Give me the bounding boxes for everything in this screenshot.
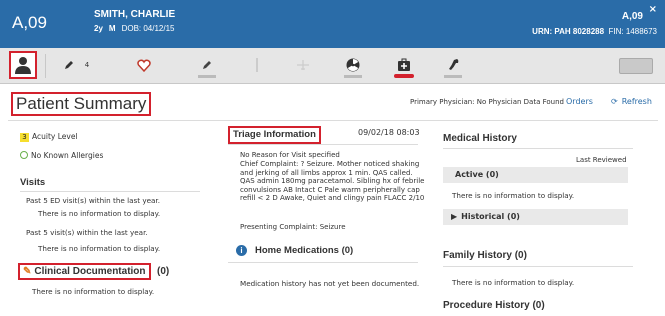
- home-medications-empty: Medication history has not yet been docu…: [240, 279, 420, 288]
- patient-banner: A,09 SMITH, CHARLIE 2y M DOB: 04/12/15 × A…: [0, 0, 665, 48]
- clinical-documentation-label: Clinical Documentation: [34, 266, 146, 277]
- triage-information-heading: Triage Information: [228, 126, 321, 144]
- toolbar-separator: [45, 54, 46, 78]
- clinical-documentation-count: (0): [157, 266, 170, 277]
- pencil-icon[interactable]: [200, 56, 214, 74]
- triage-divider: [228, 144, 418, 145]
- visits-divider: [20, 191, 200, 192]
- allergy-status-icon: [20, 151, 28, 159]
- triage-reason: No Reason for Visit specified: [240, 151, 340, 159]
- visits-heading: Visits: [20, 177, 46, 188]
- historical-section[interactable]: ▶ Historical (0): [443, 209, 628, 225]
- primary-physician: Primary Physician: No Physician Data Fou…: [410, 98, 564, 106]
- phone-underline: [444, 75, 462, 78]
- visits-empty: There is no information to display.: [38, 244, 161, 253]
- radiation-icon[interactable]: [345, 56, 361, 74]
- home-medications-divider: [228, 262, 418, 263]
- phone-icon[interactable]: [447, 56, 461, 74]
- banner-location-right: A,09: [621, 11, 643, 22]
- pencil-count: 4: [84, 61, 90, 69]
- ed-visits-empty: There is no information to display.: [38, 209, 161, 218]
- patient-demographics: 2y M DOB: 04/12/15: [94, 24, 175, 33]
- home-medications-heading[interactable]: i Home Medications (0): [236, 245, 353, 256]
- acuity-badge: 3: [20, 133, 29, 142]
- toolbar: 4: [0, 48, 665, 84]
- refresh-link[interactable]: ⟳ Refresh: [611, 97, 652, 106]
- historical-label: Historical (0): [461, 212, 520, 221]
- refresh-icon: ⟳: [611, 97, 618, 106]
- toolbar-options-button[interactable]: [619, 58, 653, 74]
- patient-dob: DOB: 04/12/15: [121, 24, 175, 33]
- expand-triangle-icon: ▶: [451, 212, 458, 221]
- patient-name[interactable]: SMITH, CHARLIE: [94, 9, 175, 20]
- first-aid-underline: [394, 74, 414, 78]
- visits-label: Past 5 visit(s) within the last year.: [26, 228, 148, 237]
- radiation-underline: [344, 75, 362, 78]
- first-aid-icon[interactable]: [396, 56, 412, 74]
- medical-history-heading: Medical History: [443, 133, 517, 144]
- family-history-divider: [443, 266, 633, 267]
- header-divider: [8, 120, 658, 121]
- patient-sex: M: [108, 24, 116, 33]
- heart-icon[interactable]: [136, 56, 152, 74]
- acuity-label: Acuity Level: [32, 132, 78, 141]
- triage-presenting-complaint: Presenting Complaint: Seizure: [240, 223, 346, 231]
- allergies: No Known Allergies: [20, 151, 103, 160]
- page-title: Patient Summary: [11, 92, 152, 116]
- patient-age: 2y: [94, 24, 103, 33]
- clinical-documentation-heading[interactable]: ✎ Clinical Documentation: [18, 263, 151, 280]
- family-history-empty: There is no information to display.: [452, 278, 575, 287]
- allergies-label: No Known Allergies: [31, 151, 104, 160]
- orders-link[interactable]: Orders: [566, 97, 593, 106]
- patient-fin: FIN: 1488673: [608, 27, 657, 36]
- patient-urn: URN: PAH 8028288: [532, 27, 605, 36]
- ed-visits-label: Past 5 ED visit(s) within the last year.: [26, 196, 161, 205]
- clinical-documentation-empty: There is no information to display.: [32, 287, 155, 296]
- patient-identifiers: URN: PAH 8028288 FIN: 1488673: [532, 27, 657, 36]
- banner-location: A,09: [12, 13, 47, 32]
- refresh-label: Refresh: [621, 97, 652, 106]
- pencil-icon[interactable]: [62, 56, 76, 74]
- iv-icon[interactable]: [253, 56, 261, 74]
- close-icon[interactable]: ×: [649, 4, 657, 15]
- document-icon: ✎: [23, 266, 32, 277]
- active-history-empty: There is no information to display.: [452, 191, 575, 200]
- medical-history-divider: [443, 148, 633, 149]
- plane-icon[interactable]: [295, 56, 311, 74]
- pencil-underline: [198, 75, 216, 78]
- home-medications-label: Home Medications (0): [255, 245, 354, 256]
- info-icon: i: [236, 245, 247, 256]
- procedure-history-heading: Procedure History (0): [443, 300, 545, 311]
- triage-datetime: 09/02/18 08:03: [358, 128, 420, 137]
- person-icon[interactable]: [9, 51, 37, 79]
- acuity-level: 3 Acuity Level: [20, 132, 78, 142]
- triage-chief-complaint: Chief Complaint: ? Seizure. Mother notic…: [240, 160, 425, 203]
- family-history-heading: Family History (0): [443, 250, 527, 261]
- last-reviewed: Last Reviewed: [576, 156, 627, 164]
- active-history-section[interactable]: Active (0): [443, 167, 628, 183]
